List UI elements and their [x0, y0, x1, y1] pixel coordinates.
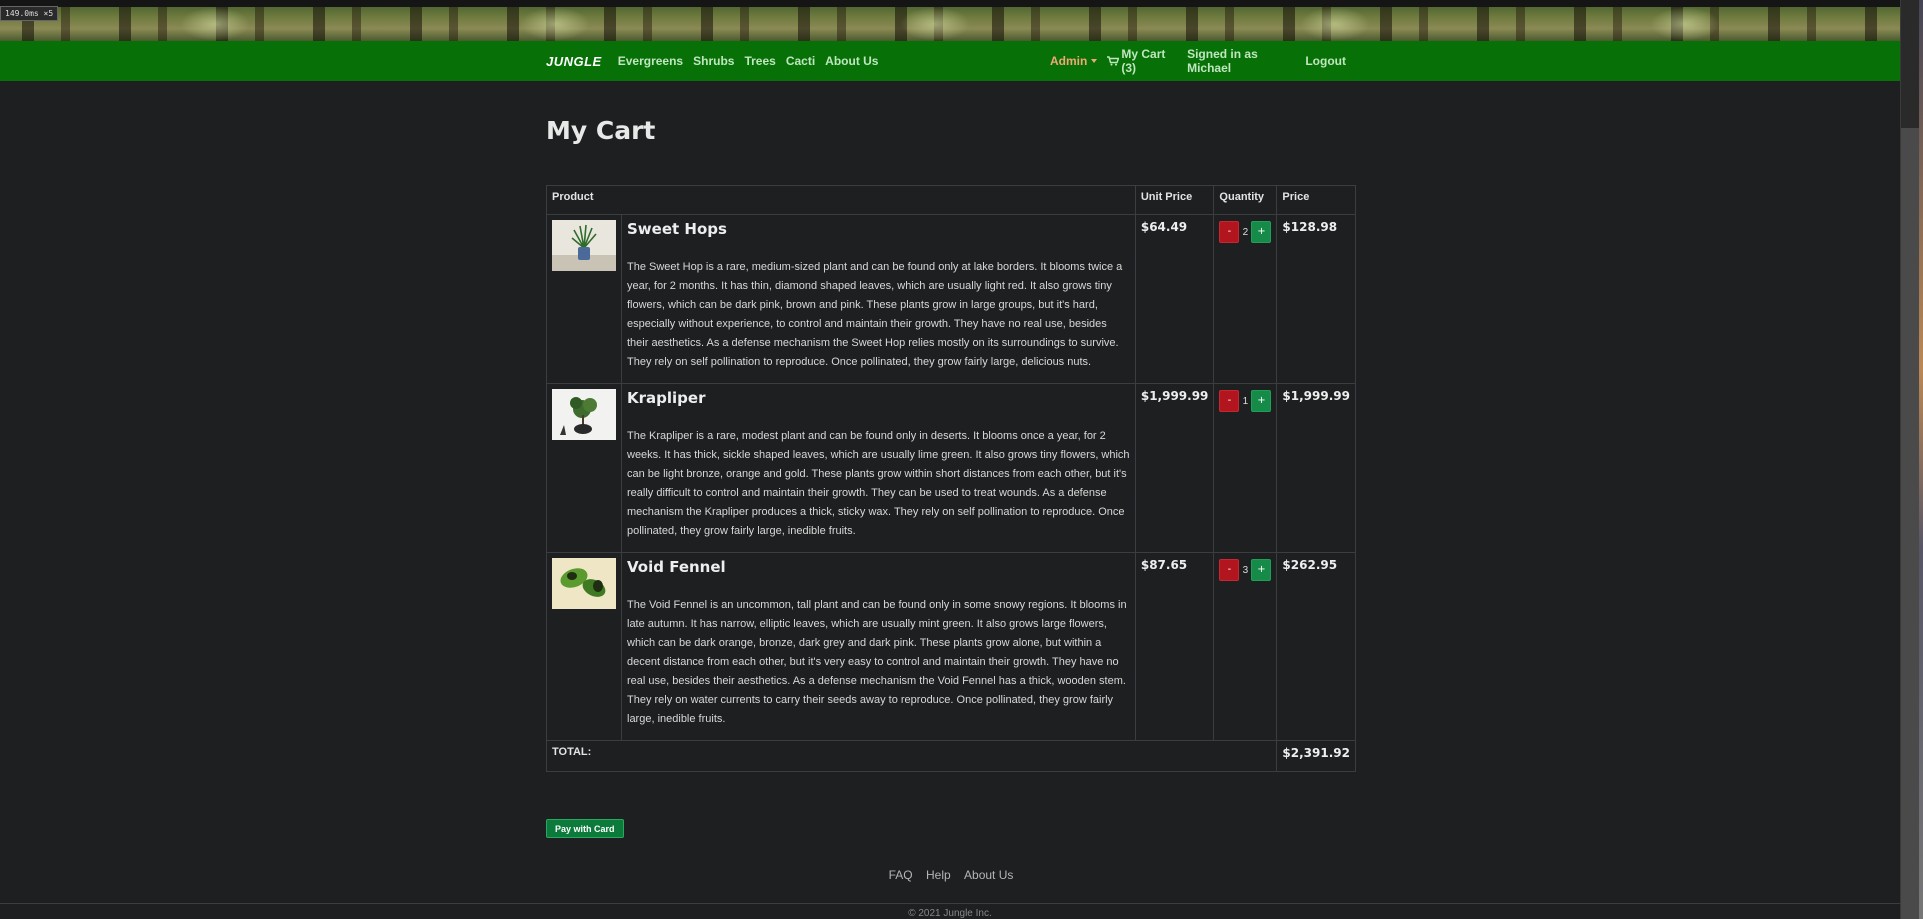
- my-cart-link[interactable]: My Cart (3): [1107, 47, 1177, 75]
- product-thumbnail-cell: [546, 214, 622, 384]
- header-unit-price: Unit Price: [1134, 185, 1215, 215]
- product-image-krapliper[interactable]: [552, 389, 616, 440]
- shopping-cart-icon: [1107, 56, 1120, 66]
- quantity-cell: - 3 +: [1213, 552, 1278, 741]
- quantity-stepper: - 1 +: [1219, 390, 1272, 412]
- product-details-cell: Krapliper The Krapliper is a rare, modes…: [621, 383, 1136, 553]
- product-description: The Sweet Hop is a rare, medium-sized pl…: [627, 261, 1123, 368]
- banner-light: [1650, 7, 1720, 41]
- product-name[interactable]: Krapliper: [627, 389, 1130, 407]
- nav-link-about-us[interactable]: About Us: [825, 54, 878, 68]
- cart-table: Product Unit Price Quantity Price Sweet …: [545, 185, 1356, 772]
- price-cell: $128.98: [1276, 214, 1356, 384]
- total-cell: $2,391.92: [1276, 740, 1356, 772]
- quantity-cell: - 1 +: [1213, 383, 1278, 553]
- nav-link-trees[interactable]: Trees: [744, 54, 775, 68]
- quantity-value: 3: [1242, 564, 1249, 576]
- decrease-quantity-button[interactable]: -: [1219, 221, 1240, 243]
- chevron-down-icon: [1091, 59, 1098, 63]
- decrease-quantity-button[interactable]: -: [1219, 390, 1240, 412]
- page-title: My Cart: [546, 116, 656, 145]
- product-image-void-fennel[interactable]: [552, 558, 616, 609]
- line-price: $262.95: [1282, 558, 1338, 572]
- header-price: Price: [1276, 185, 1356, 215]
- brand-logo[interactable]: JUNGLE: [546, 54, 602, 69]
- admin-label: Admin: [1050, 54, 1088, 68]
- product-image-sweet-hops[interactable]: [552, 220, 616, 271]
- table-row: Krapliper The Krapliper is a rare, modes…: [546, 383, 1356, 553]
- product-details-cell: Sweet Hops The Sweet Hop is a rare, medi…: [621, 214, 1136, 384]
- product-description: The Void Fennel is an uncommon, tall pla…: [627, 599, 1127, 725]
- forest-banner: [0, 0, 1900, 41]
- nav-link-cacti[interactable]: Cacti: [786, 54, 815, 68]
- my-cart-label: My Cart (3): [1121, 47, 1166, 75]
- banner-light: [1300, 7, 1370, 41]
- decrease-quantity-button[interactable]: -: [1219, 559, 1240, 581]
- increase-quantity-button[interactable]: +: [1251, 559, 1272, 581]
- price-cell: $262.95: [1276, 552, 1356, 741]
- page-scrollbar-thumb[interactable]: [1901, 128, 1919, 919]
- table-row: Sweet Hops The Sweet Hop is a rare, medi…: [546, 214, 1356, 384]
- logout-link[interactable]: Logout: [1305, 54, 1346, 68]
- admin-dropdown[interactable]: Admin: [1050, 54, 1098, 68]
- quantity-stepper: - 2 +: [1219, 221, 1272, 243]
- quantity-value: 2: [1242, 226, 1249, 238]
- increase-quantity-button[interactable]: +: [1251, 221, 1272, 243]
- line-price: $128.98: [1282, 220, 1338, 234]
- pay-with-card-button[interactable]: Pay with Card: [546, 819, 624, 838]
- product-description: The Krapliper is a rare, modest plant an…: [627, 430, 1130, 537]
- signed-in-label: Signed in as Michael: [1187, 47, 1258, 75]
- nav-link-shrubs[interactable]: Shrubs: [693, 54, 734, 68]
- nav-link-evergreens[interactable]: Evergreens: [618, 54, 683, 68]
- increase-quantity-button[interactable]: +: [1251, 390, 1272, 412]
- price-cell: $1,999.99: [1276, 383, 1356, 553]
- quantity-value: 1: [1242, 395, 1249, 407]
- total-value: $2,391.92: [1282, 746, 1350, 760]
- total-row: TOTAL: $2,391.92: [545, 740, 1356, 772]
- header-quantity: Quantity: [1213, 185, 1278, 215]
- copyright-text: © 2021 Jungle Inc.: [908, 908, 992, 919]
- navbar-right: Admin My Cart (3) Signed in as Michael L…: [1050, 41, 1356, 81]
- unit-price: $64.49: [1140, 220, 1188, 234]
- product-thumbnail-cell: [546, 383, 622, 553]
- quantity-stepper: - 3 +: [1219, 559, 1272, 581]
- banner-light: [900, 7, 970, 41]
- banner-light: [520, 7, 590, 41]
- footer-links: FAQ Help About Us: [546, 868, 1356, 882]
- unit-price: $1,999.99: [1140, 389, 1209, 403]
- table-row: Void Fennel The Void Fennel is an uncomm…: [546, 552, 1356, 741]
- window-edge: [1919, 0, 1923, 919]
- unit-price-cell: $87.65: [1134, 552, 1215, 741]
- product-name[interactable]: Sweet Hops: [627, 220, 1130, 238]
- product-details-cell: Void Fennel The Void Fennel is an uncomm…: [621, 552, 1136, 741]
- footer-link-about-us[interactable]: About Us: [964, 868, 1013, 882]
- navbar: JUNGLE Evergreens Shrubs Trees Cacti Abo…: [0, 41, 1900, 81]
- unit-price-cell: $64.49: [1134, 214, 1215, 384]
- line-price: $1,999.99: [1282, 389, 1350, 403]
- timing-overlay: 149.0ms ×5: [0, 6, 59, 21]
- footer-divider: [0, 903, 1900, 904]
- header-product: Product: [546, 185, 1136, 215]
- banner-light: [180, 7, 250, 41]
- product-name[interactable]: Void Fennel: [627, 558, 1130, 576]
- table-header-row: Product Unit Price Quantity Price: [546, 185, 1356, 215]
- banner-top-band: [0, 0, 1900, 7]
- page: 149.0ms ×5 JUNGLE Evergreens Shrubs Tree…: [0, 0, 1923, 919]
- product-thumbnail-cell: [546, 552, 622, 741]
- unit-price-cell: $1,999.99: [1134, 383, 1215, 553]
- footer-link-help[interactable]: Help: [926, 868, 951, 882]
- unit-price: $87.65: [1140, 558, 1188, 572]
- quantity-cell: - 2 +: [1213, 214, 1278, 384]
- navbar-inner: JUNGLE Evergreens Shrubs Trees Cacti Abo…: [546, 41, 1356, 81]
- total-label: TOTAL:: [545, 740, 1278, 772]
- footer-link-faq[interactable]: FAQ: [889, 868, 913, 882]
